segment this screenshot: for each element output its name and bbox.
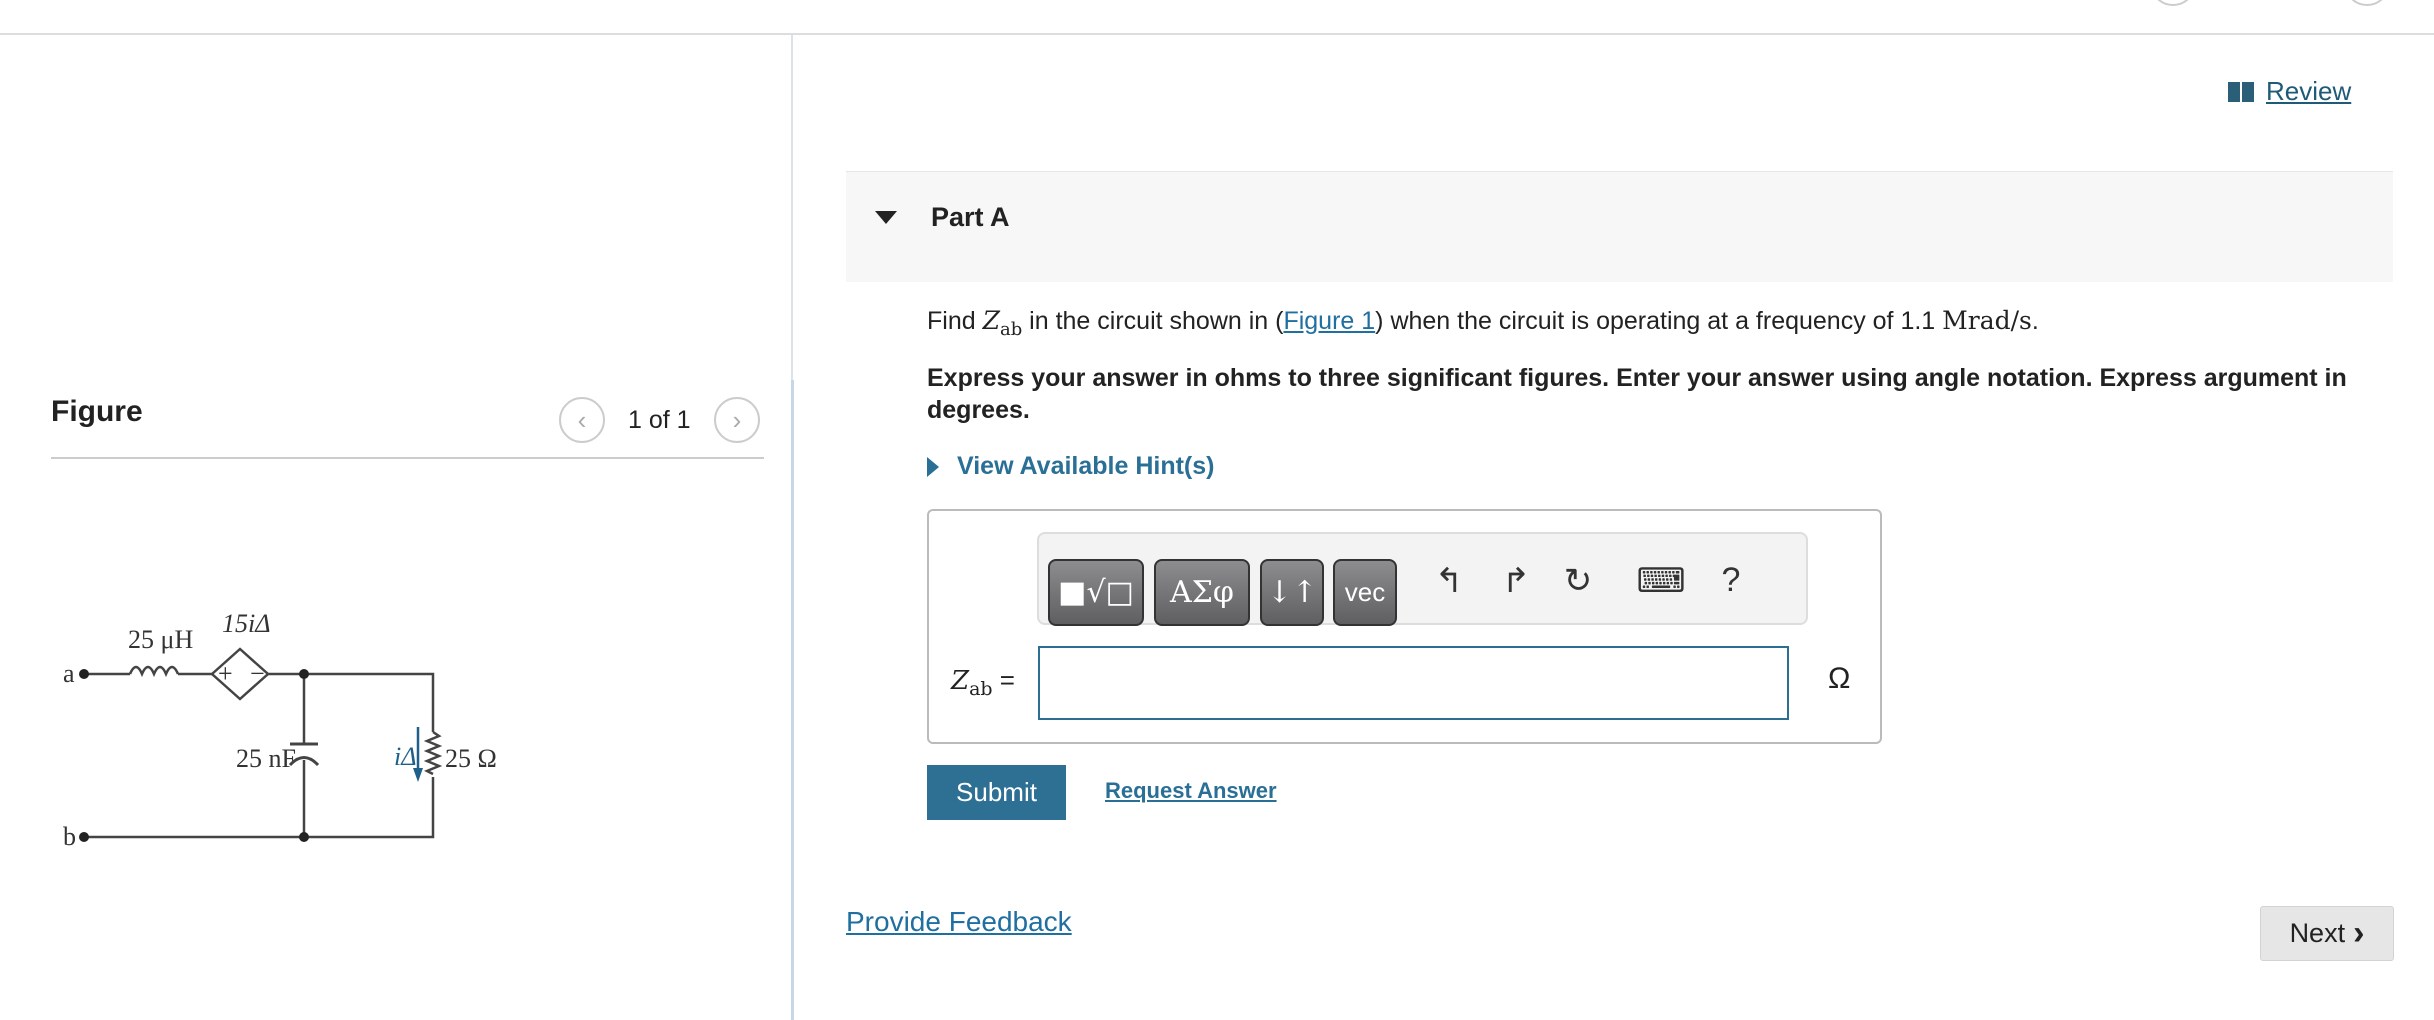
provide-feedback-link[interactable]: Provide Feedback — [846, 906, 1072, 938]
keyboard-icon[interactable]: ⌨ — [1636, 561, 1686, 601]
top-divider — [0, 33, 2434, 35]
figure-divider — [51, 457, 764, 459]
source-plus: + — [218, 659, 233, 688]
terminal-a-dot — [79, 669, 89, 679]
source-minus: − — [250, 659, 265, 688]
chevron-left-icon: ‹ — [577, 404, 587, 435]
pane-divider-scroll[interactable] — [791, 380, 794, 1020]
book-icon — [2228, 81, 2254, 102]
resistor-label: 25 Ω — [445, 744, 497, 773]
terminal-b-dot — [79, 832, 89, 842]
terminal-b-label: b — [63, 822, 76, 851]
inductor — [128, 665, 180, 678]
resistor — [423, 730, 443, 776]
request-answer-link[interactable]: Request Answer — [1105, 778, 1277, 804]
node-dot — [299, 832, 309, 842]
circuit-diagram: a b 25 μH 15iΔ + − 25 nF iΔ 25 Ω — [63, 609, 497, 851]
capacitor-label: 25 nF — [236, 744, 296, 773]
greek-symbols-button[interactable]: ΑΣφ — [1154, 559, 1250, 626]
top-nav-circle[interactable] — [2344, 0, 2390, 6]
collapse-triangle-icon[interactable] — [875, 211, 897, 224]
unit-label: Ω — [1828, 662, 1851, 695]
undo-icon[interactable]: ↰ — [1424, 561, 1474, 601]
part-a-header[interactable] — [846, 171, 2393, 282]
terminal-a-label: a — [63, 659, 75, 688]
submit-button[interactable]: Submit — [927, 765, 1066, 820]
inductor-label: 25 μH — [128, 625, 193, 654]
figure-link[interactable]: Figure 1 — [1283, 307, 1375, 335]
view-hints-toggle[interactable]: View Available Hint(s) — [927, 452, 1214, 481]
figure-counter: 1 of 1 — [628, 406, 691, 434]
review-link[interactable]: Review — [2228, 76, 2351, 107]
templates-button[interactable]: ■√□ — [1048, 559, 1144, 626]
answer-label: Zab = — [951, 665, 1015, 701]
expand-triangle-icon — [927, 456, 939, 477]
math-toolbar: ■√□ ΑΣφ ↓↑ vec ↰ ↱ ↻ ⌨ ? — [1037, 532, 1808, 626]
instructions: Express your answer in ohms to three sig… — [927, 364, 2347, 424]
prev-figure-button[interactable]: ‹ — [559, 397, 605, 443]
figure-heading: Figure — [51, 395, 143, 428]
part-title: Part A — [931, 202, 1010, 232]
hint-label: View Available Hint(s) — [957, 452, 1215, 480]
redo-icon[interactable]: ↱ — [1491, 561, 1541, 601]
chevron-right-icon: › — [732, 404, 742, 435]
help-icon[interactable]: ? — [1706, 561, 1756, 600]
top-nav-circle[interactable] — [2150, 0, 2196, 6]
next-label: Next — [2289, 918, 2346, 948]
reset-icon[interactable]: ↻ — [1553, 561, 1603, 601]
next-figure-button[interactable]: › — [714, 397, 760, 443]
review-label: Review — [2266, 76, 2352, 106]
source-label: 15iΔ — [222, 609, 270, 638]
answer-input[interactable] — [1038, 646, 1789, 720]
vector-button[interactable]: vec — [1333, 559, 1397, 626]
node-dot — [299, 669, 309, 679]
current-label: iΔ — [394, 742, 416, 771]
next-button[interactable]: Next › — [2260, 906, 2394, 961]
question-text: Find Zab in the circuit shown in (Figure… — [927, 306, 2039, 340]
chevron-right-icon: › — [2353, 914, 2365, 952]
subscript-superscript-button[interactable]: ↓↑ — [1260, 559, 1324, 626]
